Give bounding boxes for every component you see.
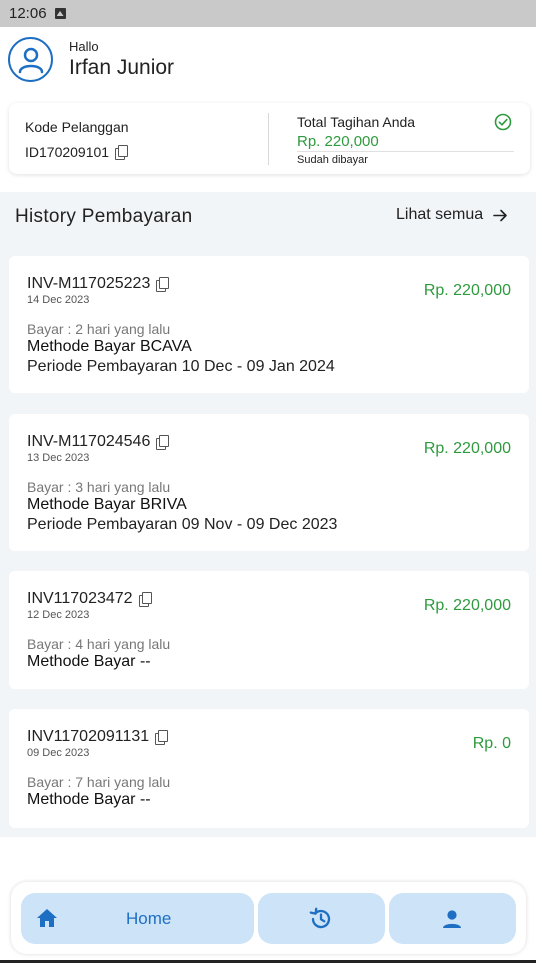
payment-method: Methode Bayar -- bbox=[27, 653, 151, 670]
total-bill-amount: Rp. 220,000 bbox=[297, 133, 379, 150]
paid-ago: Bayar : 7 hari yang lalu bbox=[27, 774, 171, 790]
notification-icon bbox=[54, 8, 66, 19]
invoice-date: 14 Dec 2023 bbox=[27, 294, 90, 306]
arrow-right-icon bbox=[493, 209, 507, 221]
customer-code-value: ID170209101 bbox=[25, 144, 110, 160]
history-icon bbox=[309, 907, 331, 929]
avatar[interactable] bbox=[8, 37, 53, 82]
greeting: Hallo bbox=[69, 39, 99, 54]
invoice-id: INV11702091131 bbox=[27, 728, 150, 745]
customer-code-label: Kode Pelanggan bbox=[25, 119, 129, 135]
copy-icon[interactable] bbox=[156, 277, 170, 292]
user-name: Irfan Junior bbox=[69, 56, 175, 79]
copy-icon[interactable] bbox=[156, 435, 170, 450]
payment-card[interactable]: INV-M117024546 13 Dec 2023 Rp. 220,000 B… bbox=[9, 414, 529, 551]
payment-period: Periode Pembayaran 09 Nov - 09 Dec 2023 bbox=[27, 516, 338, 533]
invoice-id: INV-M117024546 bbox=[27, 433, 151, 450]
divider bbox=[268, 113, 269, 165]
payment-status: Sudah dibayar bbox=[297, 154, 368, 166]
history-title: History Pembayaran bbox=[15, 206, 193, 227]
invoice-number: INV-M117024546 bbox=[27, 433, 170, 451]
nav-history[interactable] bbox=[258, 893, 385, 944]
payment-card[interactable]: INV-M117025223 14 Dec 2023 Rp. 220,000 B… bbox=[9, 256, 529, 393]
invoice-date: 09 Dec 2023 bbox=[27, 747, 90, 759]
invoice-amount: Rp. 0 bbox=[472, 735, 511, 752]
header: Hallo Irfan Junior bbox=[0, 27, 536, 95]
see-all-label: Lihat semua bbox=[396, 206, 484, 223]
home-icon bbox=[37, 909, 57, 927]
payment-method: Methode Bayar BCAVA bbox=[27, 338, 192, 355]
person-icon bbox=[443, 910, 461, 928]
paid-ago: Bayar : 3 hari yang lalu bbox=[27, 479, 171, 495]
invoice-number: INV117023472 bbox=[27, 590, 152, 608]
invoice-number: INV11702091131 bbox=[27, 728, 169, 746]
invoice-number: INV-M117025223 bbox=[27, 275, 170, 293]
copy-icon[interactable] bbox=[155, 730, 169, 745]
nav-home-label: Home bbox=[126, 909, 172, 928]
invoice-amount: Rp. 220,000 bbox=[423, 282, 511, 299]
invoice-date: 12 Dec 2023 bbox=[27, 609, 90, 621]
user-icon bbox=[18, 47, 43, 73]
copy-icon[interactable] bbox=[115, 145, 129, 160]
payment-period: Periode Pembayaran 10 Dec - 09 Jan 2024 bbox=[27, 358, 335, 375]
paid-ago: Bayar : 2 hari yang lalu bbox=[27, 321, 171, 337]
paid-ago: Bayar : 4 hari yang lalu bbox=[27, 636, 171, 652]
payment-card[interactable]: INV11702091131 09 Dec 2023 Rp. 0 Bayar :… bbox=[9, 709, 529, 828]
copy-icon[interactable] bbox=[138, 592, 152, 607]
total-bill-label: Total Tagihan Anda bbox=[297, 114, 416, 130]
check-circle-icon bbox=[494, 113, 512, 131]
divider bbox=[297, 151, 514, 152]
invoice-id: INV117023472 bbox=[27, 590, 133, 607]
payment-method: Methode Bayar -- bbox=[27, 791, 151, 808]
nav-profile[interactable] bbox=[389, 893, 516, 944]
nav-home[interactable]: Home bbox=[21, 893, 254, 944]
status-time: 12:06 bbox=[9, 5, 47, 22]
invoice-amount: Rp. 220,000 bbox=[423, 440, 511, 457]
summary-card: Kode Pelanggan ID170209101 Total Tagihan… bbox=[9, 103, 530, 174]
bottom-nav: Home bbox=[11, 882, 526, 954]
invoice-amount: Rp. 220,000 bbox=[423, 597, 511, 614]
payment-card[interactable]: INV117023472 12 Dec 2023 Rp. 220,000 Bay… bbox=[9, 571, 529, 689]
payment-method: Methode Bayar BRIVA bbox=[27, 496, 187, 513]
status-bar: 12:06 bbox=[0, 0, 536, 27]
invoice-date: 13 Dec 2023 bbox=[27, 452, 90, 464]
see-all-link[interactable]: Lihat semua bbox=[396, 206, 508, 224]
customer-code: ID170209101 bbox=[25, 144, 129, 160]
invoice-id: INV-M117025223 bbox=[27, 275, 151, 292]
